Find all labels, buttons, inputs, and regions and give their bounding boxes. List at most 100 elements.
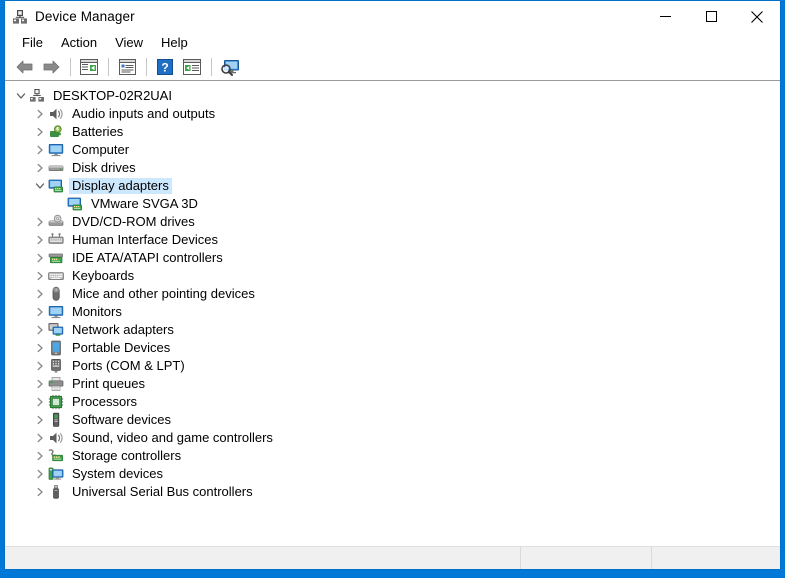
tree-item-disk-drives[interactable]: Disk drives xyxy=(5,159,780,177)
close-button[interactable] xyxy=(734,1,780,32)
tree-item-sound-video-and-game-controllers[interactable]: Sound, video and game controllers xyxy=(5,429,780,447)
software-device-icon xyxy=(48,412,64,428)
chevron-right-icon[interactable] xyxy=(32,213,48,231)
tree-item-label: Mice and other pointing devices xyxy=(72,286,255,301)
maximize-button[interactable] xyxy=(688,1,734,32)
speaker-icon xyxy=(48,430,64,446)
chevron-down-icon[interactable] xyxy=(32,177,48,195)
chevron-right-icon[interactable] xyxy=(32,393,48,411)
keyboard-icon xyxy=(48,268,64,284)
chevron-right-icon[interactable] xyxy=(32,303,48,321)
hid-icon xyxy=(48,232,64,248)
tree-item-mice-and-other-pointing-devices[interactable]: Mice and other pointing devices xyxy=(5,285,780,303)
device-tree[interactable]: DESKTOP-02R2UAI Audio inputs and outputs xyxy=(5,81,780,546)
forward-arrow-icon[interactable] xyxy=(38,56,64,78)
tree-item-label: Human Interface Devices xyxy=(72,232,218,247)
tree-item-network-adapters[interactable]: Network adapters xyxy=(5,321,780,339)
tree-item-storage-controllers[interactable]: Storage controllers xyxy=(5,447,780,465)
chevron-right-icon[interactable] xyxy=(32,285,48,303)
tree-item-label: Processors xyxy=(72,394,138,409)
status-bar xyxy=(5,546,780,569)
battery-icon xyxy=(48,124,64,140)
tree-item-audio-inputs-and-outputs[interactable]: Audio inputs and outputs xyxy=(5,105,780,123)
menu-item-file[interactable]: File xyxy=(13,33,52,54)
chevron-right-icon[interactable] xyxy=(32,465,48,483)
chevron-right-icon[interactable] xyxy=(32,123,48,141)
toolbar: ? xyxy=(5,54,780,81)
chevron-right-icon[interactable] xyxy=(32,249,48,267)
tree-root-node[interactable]: DESKTOP-02R2UAI xyxy=(5,87,780,105)
back-arrow-icon[interactable] xyxy=(11,56,37,78)
show-hide-console-tree-icon[interactable] xyxy=(76,56,102,78)
chevron-down-icon[interactable] xyxy=(13,87,29,105)
status-bar-end-panel xyxy=(652,547,780,569)
chevron-right-icon[interactable] xyxy=(32,375,48,393)
tree-item-label: Print queues xyxy=(72,376,145,391)
system-device-icon xyxy=(48,466,64,482)
monitor-icon xyxy=(48,304,64,320)
tree-item-ports-com-and-lpt[interactable]: Ports (COM & LPT) xyxy=(5,357,780,375)
toolbar-separator xyxy=(70,58,71,76)
toolbar-separator xyxy=(211,58,212,76)
tree-item-label: Disk drives xyxy=(72,160,136,175)
port-icon xyxy=(48,358,64,374)
scan-hardware-changes-icon[interactable] xyxy=(217,56,243,78)
tree-item-batteries[interactable]: Batteries xyxy=(5,123,780,141)
title-bar: Device Manager xyxy=(5,1,780,32)
help-icon[interactable]: ? xyxy=(152,56,178,78)
update-driver-icon[interactable] xyxy=(179,56,205,78)
minimize-button[interactable] xyxy=(642,1,688,32)
display-adapter-icon xyxy=(48,178,64,194)
computer-root-icon xyxy=(29,88,45,104)
tree-item-display-adapters[interactable]: Display adapters xyxy=(5,177,780,195)
chevron-right-icon[interactable] xyxy=(32,447,48,465)
chevron-right-icon[interactable] xyxy=(32,159,48,177)
chevron-right-icon[interactable] xyxy=(32,357,48,375)
tree-item-ide-ata-atapi-controllers[interactable]: IDE ATA/ATAPI controllers xyxy=(5,249,780,267)
chevron-right-icon[interactable] xyxy=(32,141,48,159)
printer-icon xyxy=(48,376,64,392)
chevron-right-icon[interactable] xyxy=(32,411,48,429)
tree-root-label: DESKTOP-02R2UAI xyxy=(53,88,172,103)
tree-item-human-interface-devices[interactable]: Human Interface Devices xyxy=(5,231,780,249)
device-manager-window: Device Manager File Action View Help ? D… xyxy=(4,0,781,570)
chevron-right-icon[interactable] xyxy=(32,339,48,357)
tree-item-vmware-svga-3d[interactable]: VMware SVGA 3D xyxy=(5,195,780,213)
tree-item-computer[interactable]: Computer xyxy=(5,141,780,159)
svg-text:?: ? xyxy=(161,61,168,75)
chevron-right-icon[interactable] xyxy=(32,267,48,285)
tree-item-label: Universal Serial Bus controllers xyxy=(72,484,253,499)
chevron-right-icon[interactable] xyxy=(32,483,48,501)
tree-item-dvd-cd-rom-drives[interactable]: DVD/CD-ROM drives xyxy=(5,213,780,231)
usb-icon xyxy=(48,484,64,500)
tree-item-print-queues[interactable]: Print queues xyxy=(5,375,780,393)
properties-icon[interactable] xyxy=(114,56,140,78)
tree-item-label: VMware SVGA 3D xyxy=(91,196,198,211)
tree-item-software-devices[interactable]: Software devices xyxy=(5,411,780,429)
tree-item-keyboards[interactable]: Keyboards xyxy=(5,267,780,285)
portable-device-icon xyxy=(48,340,64,356)
status-bar-middle-panel xyxy=(521,547,652,569)
chevron-right-icon[interactable] xyxy=(32,231,48,249)
tree-item-label: Ports (COM & LPT) xyxy=(72,358,185,373)
tree-item-processors[interactable]: Processors xyxy=(5,393,780,411)
toolbar-separator xyxy=(108,58,109,76)
tree-item-label: Sound, video and game controllers xyxy=(72,430,273,445)
menu-bar: File Action View Help xyxy=(5,32,780,54)
toolbar-separator xyxy=(146,58,147,76)
tree-item-system-devices[interactable]: System devices xyxy=(5,465,780,483)
chevron-right-icon[interactable] xyxy=(32,321,48,339)
chevron-right-icon[interactable] xyxy=(32,429,48,447)
window-controls xyxy=(642,1,780,32)
monitor-icon xyxy=(48,142,64,158)
tree-item-universal-serial-bus-controllers[interactable]: Universal Serial Bus controllers xyxy=(5,483,780,501)
menu-item-view[interactable]: View xyxy=(106,33,152,54)
tree-item-label: Storage controllers xyxy=(72,448,182,463)
tree-item-monitors[interactable]: Monitors xyxy=(5,303,780,321)
menu-item-action[interactable]: Action xyxy=(52,33,106,54)
tree-item-portable-devices[interactable]: Portable Devices xyxy=(5,339,780,357)
menu-item-help[interactable]: Help xyxy=(152,33,197,54)
tree-item-label: IDE ATA/ATAPI controllers xyxy=(72,250,223,265)
chevron-right-icon[interactable] xyxy=(32,105,48,123)
tree-item-label: Network adapters xyxy=(72,322,174,337)
